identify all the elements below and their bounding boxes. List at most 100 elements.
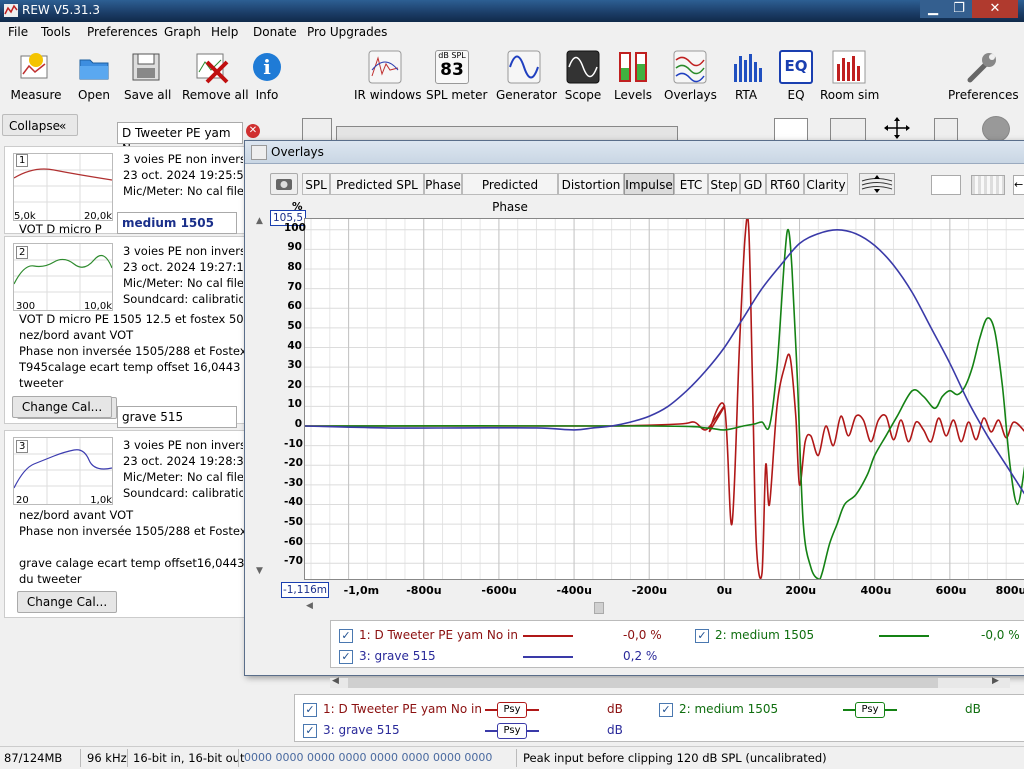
main-legend-checkbox-1[interactable]: ✓ [303, 703, 317, 717]
x-tick-label: -1,0m [343, 584, 380, 597]
change-cal-button-3[interactable]: Change Cal... [17, 591, 117, 613]
eq-button[interactable]: EQ EQ [778, 50, 814, 102]
overlays-camera-icon[interactable] [270, 173, 298, 195]
levels-button[interactable]: Levels [614, 50, 652, 102]
plot-y-up-arrow-icon[interactable]: ▲ [256, 216, 263, 226]
main-legend-unit-2: dB [965, 702, 981, 716]
menu-file[interactable]: File [8, 25, 28, 39]
tab-predicted-spl[interactable]: Predicted SPL [330, 173, 424, 195]
minimize-button[interactable]: ▁ [920, 0, 946, 18]
legend-label-3: 3: grave 515 [359, 649, 436, 663]
y-tick-label: 10 [287, 398, 302, 411]
main-legend-checkbox-2[interactable]: ✓ [659, 703, 673, 717]
legend-label-1: 1: D Tweeter PE yam No in [359, 628, 518, 642]
legend-checkbox-2[interactable]: ✓ [695, 629, 709, 643]
close-button[interactable]: ✕ [972, 0, 1018, 18]
menu-pro-upgrades[interactable]: Pro Upgrades [307, 25, 387, 39]
psy-button-2[interactable]: Psy [855, 702, 885, 718]
series-line-2 [304, 228, 1024, 581]
impulse-plot[interactable] [304, 215, 1024, 581]
psy-button-1[interactable]: Psy [497, 702, 527, 718]
measurement-1-notes: VOT D micro P [19, 222, 102, 236]
remove-measurement-1-icon[interactable]: ✕ [246, 124, 260, 138]
save-icon [129, 50, 163, 84]
overlays-arrow-icon[interactable]: ← [1013, 175, 1024, 195]
scope-button[interactable]: Scope [564, 50, 602, 102]
overlays-title-bar[interactable]: Overlays [245, 141, 1024, 164]
ir-windows-button[interactable]: IR windows [354, 50, 421, 102]
tab-step[interactable]: Step [708, 173, 740, 195]
change-cal-button-1[interactable]: Change Cal... [12, 396, 112, 418]
status-bits: 16-bit in, 16-bit out [133, 751, 245, 765]
room-sim-icon [832, 50, 866, 84]
room-sim-button[interactable]: Room sim [820, 50, 879, 102]
menu-graph[interactable]: Graph [164, 25, 201, 39]
main-legend-checkbox-3[interactable]: ✓ [303, 724, 317, 738]
tab-rt60[interactable]: RT60 [766, 173, 804, 195]
measurement-3-name[interactable]: grave 515 [117, 406, 237, 428]
legend-checkbox-3[interactable]: ✓ [339, 650, 353, 664]
limits-icon[interactable] [774, 118, 808, 142]
main-hscroll-left-icon[interactable]: ◀ [332, 676, 339, 686]
measure-button[interactable]: Measure [10, 50, 62, 102]
measurement-1-info-2: 23 oct. 2024 19:25:57 [123, 168, 243, 182]
tab-etc[interactable]: ETC [674, 173, 708, 195]
plot-hscroll-left-arrow-icon[interactable]: ◀ [306, 601, 313, 611]
tab-clarity[interactable]: Clarity [804, 173, 848, 195]
sine-wave-icon [507, 50, 541, 84]
measurement-1-info-1: 3 voies PE non inversé [123, 152, 243, 166]
capture-icon[interactable] [302, 118, 332, 142]
settings-icon[interactable] [934, 118, 958, 142]
open-button[interactable]: Open [74, 50, 114, 102]
y-tick-label: 0 [294, 417, 302, 430]
generator-button[interactable]: Generator [496, 50, 557, 102]
measurement-3-notes-4: grave calage ecart temp offset16,0443 ms [19, 556, 249, 570]
collapse-button[interactable]: Collapse « [2, 114, 78, 136]
x-cursor-value-box[interactable]: -1,116m [281, 582, 329, 598]
main-hscroll-thumb[interactable] [348, 678, 938, 688]
menu-help[interactable]: Help [211, 25, 238, 39]
tab-phase[interactable]: Phase [424, 173, 462, 195]
ir-windows-icon [368, 50, 402, 84]
menu-donate[interactable]: Donate [253, 25, 297, 39]
menu-preferences[interactable]: Preferences [87, 25, 158, 39]
tab-impulse[interactable]: Impulse [624, 173, 674, 195]
y-tick-label: -50 [284, 516, 303, 529]
remove-all-button[interactable]: Remove all [182, 50, 249, 102]
overlays-limits-icon[interactable] [931, 175, 961, 195]
legend-checkbox-1[interactable]: ✓ [339, 629, 353, 643]
preferences-button[interactable]: Preferences [948, 50, 1019, 102]
tab-spl[interactable]: SPL [302, 173, 330, 195]
measurement-2-name[interactable]: medium 1505 [117, 212, 237, 234]
measurement-2-notes-4: T945calage ecart temp offset 16,0443 ms … [19, 360, 249, 374]
rta-icon [730, 50, 764, 84]
tab-gd[interactable]: GD [740, 173, 766, 195]
info-button[interactable]: i Info [252, 50, 282, 102]
plot-y-down-arrow-icon[interactable]: ▼ [256, 566, 263, 576]
restore-button[interactable]: ❐ [946, 0, 972, 18]
psy-button-3[interactable]: Psy [497, 723, 527, 739]
main-legend-unit-1: dB [607, 702, 623, 716]
spl-meter-button[interactable]: dB SPL 83 SPL meter [426, 50, 487, 102]
legend-value-3: 0,2 % [623, 649, 658, 663]
y-tick-label: -10 [284, 437, 303, 450]
save-all-button[interactable]: Save all [124, 50, 171, 102]
controls-icon[interactable] [694, 116, 728, 140]
measurement-1-name[interactable]: D Tweeter PE yam No [117, 122, 243, 156]
grid-icon[interactable] [830, 118, 866, 142]
main-hscroll-right-icon[interactable]: ▶ [992, 676, 999, 686]
gear-icon[interactable] [982, 116, 1010, 142]
tab-distortion[interactable]: Distortion [558, 173, 624, 195]
menu-tools[interactable]: Tools [41, 25, 71, 39]
overlays-grid-icon[interactable] [971, 175, 1005, 195]
overlays-button[interactable]: Overlays [664, 50, 717, 102]
move-icon[interactable] [880, 116, 914, 140]
rta-button[interactable]: RTA [730, 50, 762, 102]
measurement-3-card[interactable]: 3 20 1,0k 3 voies PE non inversé 23 oct.… [4, 430, 249, 618]
plot-hscroll-thumb[interactable] [594, 602, 604, 614]
overlays-app-icon [251, 145, 267, 160]
overlays-controls-icon[interactable] [859, 173, 895, 195]
legend-line-3 [523, 656, 573, 658]
legend-line-1 [523, 635, 573, 637]
tab-predicted-phase[interactable]: Predicted Phase [462, 173, 558, 214]
